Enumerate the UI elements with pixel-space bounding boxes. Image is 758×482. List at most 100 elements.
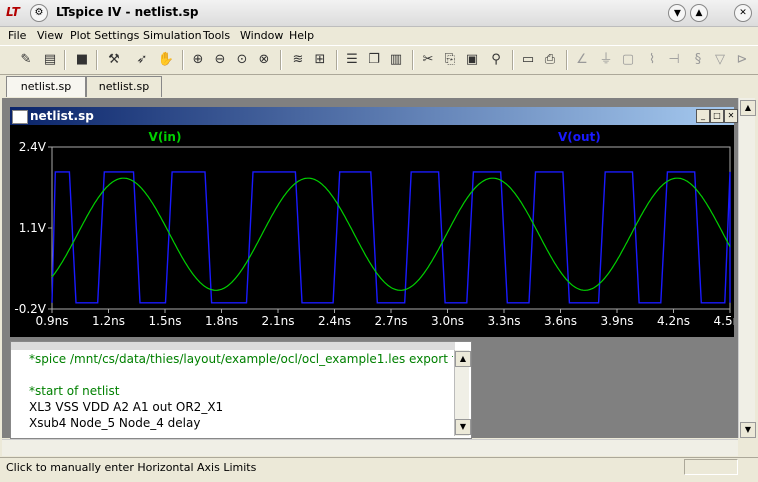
find-icon[interactable]: ⚲	[486, 50, 506, 70]
plot-close-button[interactable]: ✕	[724, 109, 738, 123]
print-preview-icon[interactable]: ▭	[518, 50, 538, 70]
cascade-icon[interactable]: ❐	[364, 50, 384, 70]
x-tick-label[interactable]: 1.5ns	[149, 314, 182, 328]
menu-tools[interactable]: Tools	[203, 29, 230, 42]
toolbar-separator	[412, 50, 414, 70]
ltspice-logo-icon: LT	[6, 5, 20, 19]
plot-window-title: netlist.sp	[30, 109, 94, 123]
menu-view[interactable]: View	[37, 29, 63, 42]
x-tick-label[interactable]: 2.4ns	[318, 314, 351, 328]
netlist-window-titlebar[interactable]	[11, 342, 455, 350]
close-button[interactable]: ✕	[734, 4, 752, 22]
menu-simulation[interactable]: Simulation	[143, 29, 202, 42]
diode-icon[interactable]: ▽	[710, 50, 730, 70]
tab-netlist-text[interactable]: netlist.sp	[86, 76, 162, 97]
close-icon: ✕	[739, 8, 747, 18]
waveform-window-icon	[12, 110, 28, 124]
workspace-horizontal-scrollbar[interactable]	[2, 439, 738, 456]
status-panel	[684, 459, 738, 475]
netlist-line: *spice /mnt/cs/data/thies/layout/example…	[29, 352, 453, 366]
toolbar-separator	[566, 50, 568, 70]
trace-vout	[51, 171, 731, 304]
menu-window[interactable]: Window	[240, 29, 283, 42]
status-text: Click to manually enter Horizontal Axis …	[6, 461, 257, 474]
menu-file[interactable]: File	[8, 29, 26, 42]
cut-icon[interactable]: ✂	[418, 50, 438, 70]
menu-help[interactable]: Help	[289, 29, 314, 42]
netlist-line: *start of netlist	[29, 384, 120, 398]
minimize-icon: ▲	[673, 8, 681, 18]
menu-bar: File View Plot Settings Simulation Tools…	[0, 27, 758, 44]
tile-vertical-icon[interactable]: ▥	[386, 50, 406, 70]
toolbar-separator	[64, 50, 66, 70]
control-panel-icon[interactable]: ⚒	[104, 50, 124, 70]
system-menu-button[interactable]: ⚙	[30, 4, 48, 22]
x-tick-label[interactable]: 3.0ns	[431, 314, 464, 328]
legend-vout[interactable]: V(out)	[558, 130, 601, 144]
label-icon[interactable]: ▢	[618, 50, 638, 70]
zoom-fit-icon[interactable]: ⊙	[232, 50, 252, 70]
print-icon[interactable]: ⎙	[540, 50, 560, 70]
waveform-svg[interactable]: 0.9ns 1.2ns 1.5ns 1.8ns 2.1ns 2.4ns 2.7ns 3.0ns…	[10, 125, 747, 337]
legend-vin[interactable]: V(in)	[149, 130, 182, 144]
paste-icon[interactable]: ▣	[462, 50, 482, 70]
component-icon[interactable]: ⊳	[732, 50, 752, 70]
x-tick-label[interactable]: 3.6ns	[544, 314, 577, 328]
autorange-icon[interactable]: ≋	[288, 50, 308, 70]
tile-horizontal-icon[interactable]: ☰	[342, 50, 362, 70]
scroll-down-icon[interactable]: ▼	[740, 422, 756, 438]
netlist-vertical-scrollbar[interactable]: ▲ ▼	[454, 350, 471, 436]
run-icon[interactable]: ➶	[132, 50, 152, 70]
scroll-up-icon[interactable]: ▲	[740, 100, 756, 116]
x-tick-label[interactable]: 0.9ns	[36, 314, 69, 328]
toolbar-separator	[182, 50, 184, 70]
save-icon[interactable]: ■	[72, 50, 92, 70]
minimize-button[interactable]: ▲	[668, 4, 686, 22]
netlist-line: XL3 VSS VDD A2 A1 out OR2_X1	[29, 400, 224, 414]
netlist-scroll-down-icon[interactable]: ▼	[455, 419, 471, 435]
toolbar-separator	[336, 50, 338, 70]
copy-icon[interactable]: ⎘	[440, 50, 460, 70]
zoom-cancel-icon[interactable]: ⊗	[254, 50, 274, 70]
trace-vin	[51, 177, 731, 291]
netlist-text-area[interactable]: *spice /mnt/cs/data/thies/layout/example…	[11, 350, 453, 436]
x-tick-label[interactable]: 1.2ns	[92, 314, 125, 328]
workspace-vertical-scrollbar[interactable]: ▲ ▼	[738, 98, 756, 438]
menu-plot-settings[interactable]: Plot Settings	[70, 29, 139, 42]
inductor-icon[interactable]: §	[688, 50, 708, 70]
toolbar-separator	[96, 50, 98, 70]
netlist-scroll-up-icon[interactable]: ▲	[455, 351, 471, 367]
x-tick-label[interactable]: 2.7ns	[375, 314, 408, 328]
new-schematic-icon[interactable]: ✎	[16, 50, 36, 70]
x-tick-label[interactable]: 1.8ns	[205, 314, 238, 328]
open-icon[interactable]: ▤	[40, 50, 60, 70]
y-tick-label[interactable]: 1.1V	[19, 221, 47, 235]
zoom-in-icon[interactable]: ⊕	[188, 50, 208, 70]
x-tick-label[interactable]: 2.1ns	[262, 314, 295, 328]
pan-icon[interactable]: ✋	[156, 50, 176, 70]
plot-window-titlebar[interactable]	[10, 107, 734, 125]
window-title: LTspice IV - netlist.sp	[56, 5, 199, 19]
resistor-icon[interactable]: ⌇	[642, 50, 662, 70]
wire-icon[interactable]: ∠	[572, 50, 592, 70]
plot-minimize-button[interactable]: _	[696, 109, 710, 123]
x-tick-label[interactable]: 4.2ns	[657, 314, 690, 328]
y-tick-label[interactable]: 2.4V	[19, 140, 47, 154]
zoom-out-icon[interactable]: ⊖	[210, 50, 230, 70]
maximize-icon: ▲	[695, 8, 703, 18]
ground-icon[interactable]: ⏚	[596, 50, 616, 70]
waveform-plot[interactable]: 0.9ns 1.2ns 1.5ns 1.8ns 2.1ns 2.4ns 2.7ns 3.0ns…	[10, 125, 747, 337]
toolbar-separator	[512, 50, 514, 70]
maximize-button[interactable]: ▲	[690, 4, 708, 22]
x-tick-label[interactable]: 3.3ns	[488, 314, 521, 328]
capacitor-icon[interactable]: ⊣	[664, 50, 684, 70]
toolbar: ✎ ▤ ■ ⚒ ➶ ✋ ⊕ ⊖ ⊙ ⊗ ≋ ⊞ ☰ ❐ ▥ ✂ ⎘ ▣ ⚲ ▭ …	[0, 45, 758, 75]
x-tick-label[interactable]: 3.9ns	[601, 314, 634, 328]
grid-icon[interactable]: ⊞	[310, 50, 330, 70]
y-tick-label[interactable]: -0.2V	[14, 302, 46, 316]
plot-restore-button[interactable]: □	[710, 109, 724, 123]
netlist-line: Xsub4 Node_5 Node_4 delay	[29, 416, 201, 430]
x-tick-label[interactable]: 4.5ns	[714, 314, 747, 328]
toolbar-separator	[280, 50, 282, 70]
tab-netlist-waveform[interactable]: netlist.sp	[6, 76, 86, 97]
